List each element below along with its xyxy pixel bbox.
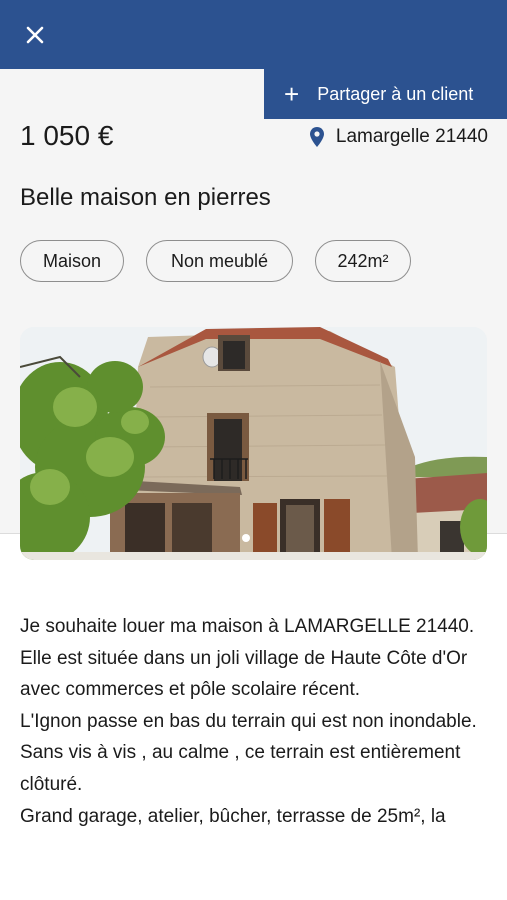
share-to-client-button[interactable]: + Partager à un client [264, 69, 507, 119]
listing-tags: Maison Non meublé 242m² [20, 240, 433, 282]
close-button[interactable] [22, 22, 48, 48]
carousel-dot-1[interactable] [241, 534, 250, 542]
map-pin-icon [309, 127, 324, 147]
description-paragraph: Elle est située dans un joli village de … [20, 647, 468, 701]
description-paragraph: Grand garage, atelier, bûcher, terrasse … [20, 805, 446, 827]
listing-location: Lamargelle 21440 [309, 126, 488, 148]
tag-furnishing: Non meublé [146, 240, 293, 282]
house-photo [20, 327, 487, 560]
location-text: Lamargelle 21440 [335, 126, 488, 147]
description-paragraph: Sans vis à vis , au calme , ce terrain e… [20, 742, 461, 795]
tag-surface: 242m² [315, 240, 411, 282]
photo-carousel[interactable] [20, 327, 487, 560]
description-paragraph: L'Ignon passe en bas du terrain qui est … [20, 710, 477, 732]
description-paragraph: Je souhaite louer ma maison à LAMARGELLE… [20, 616, 475, 637]
listing-price: 1 050 € [20, 120, 114, 151]
close-icon [26, 26, 44, 44]
tag-property-type: Maison [20, 240, 124, 282]
share-button-label: Partager à un client [317, 83, 474, 104]
top-app-bar [0, 0, 507, 69]
listing-description: Je souhaite louer ma maison à LAMARGELLE… [20, 611, 490, 832]
carousel-indicator[interactable] [20, 534, 487, 542]
listing-title: Belle maison en pierres [20, 184, 271, 211]
plus-icon: + [284, 79, 300, 109]
